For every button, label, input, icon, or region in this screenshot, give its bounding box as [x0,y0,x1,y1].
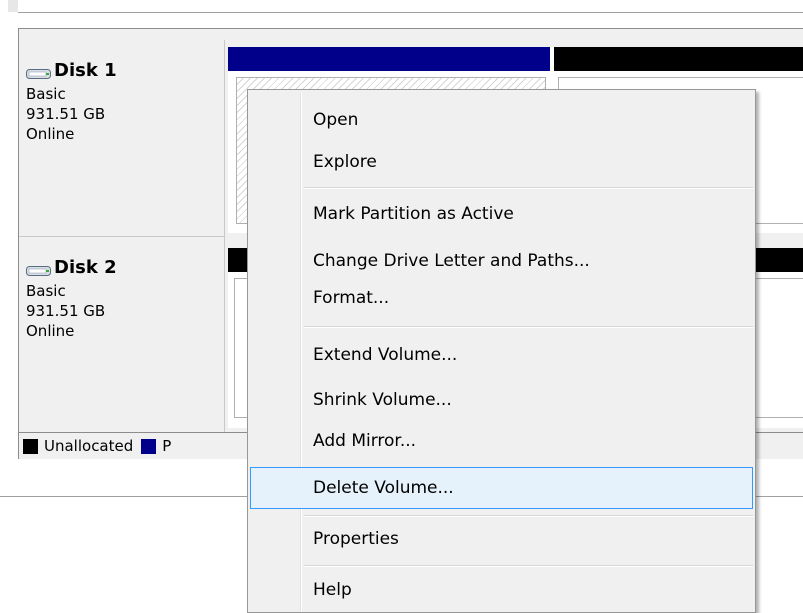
legend-primary-swatch [141,438,157,454]
disk-2-name: Disk 2 [54,257,117,278]
toolbar-strip [18,0,803,13]
menu-item-help[interactable]: Help [250,574,753,606]
disk-1-type: Basic [26,85,66,103]
menu-item-format[interactable]: Format... [250,282,753,314]
menu-item-explore[interactable]: Explore [250,146,753,178]
disk-1-unallocated-bar[interactable] [554,47,803,71]
volume-context-menu: Open Explore Mark Partition as Active Ch… [247,89,756,613]
disk-1-size: 931.51 GB [26,105,106,123]
menu-item-open[interactable]: Open [250,104,753,136]
disk-1-label-panel[interactable]: Disk 1 Basic 931.51 GB Online [19,40,225,236]
menu-separator [304,187,753,189]
disk-2-status: Online [26,322,75,340]
disk-2-title: Disk 2 [26,255,224,281]
menu-separator [304,326,753,328]
menu-separator [304,565,753,567]
disk-2-size: 931.51 GB [26,302,106,320]
menu-separator [304,515,753,517]
disk-drive-icon [26,65,52,79]
legend-unallocated-label: Unallocated [44,437,134,455]
legend-primary-label: P [162,437,172,455]
menu-item-delete-volume[interactable]: Delete Volume... [250,467,753,509]
disk-2-label-panel[interactable]: Disk 2 Basic 931.51 GB Online [19,236,225,432]
legend-unallocated: Unallocated [19,437,133,455]
legend-primary: P [141,437,171,455]
disk-1-status: Online [26,125,75,143]
menu-item-mark-partition-active[interactable]: Mark Partition as Active [250,198,753,230]
disk-1-title: Disk 1 [26,58,224,84]
disk-2-type: Basic [26,282,66,300]
menu-item-add-mirror[interactable]: Add Mirror... [250,425,753,457]
legend-unallocated-swatch [23,438,38,454]
disk-drive-icon [26,262,52,276]
menu-item-extend-volume[interactable]: Extend Volume... [250,339,753,371]
menu-item-properties[interactable]: Properties [250,523,753,555]
menu-item-shrink-volume[interactable]: Shrink Volume... [250,384,753,416]
disk-1-name: Disk 1 [54,60,117,81]
disk-1-primary-partition-bar[interactable] [228,47,550,71]
menu-item-change-drive-letter[interactable]: Change Drive Letter and Paths... [250,245,753,277]
toolbar-strip-edge [8,0,18,12]
